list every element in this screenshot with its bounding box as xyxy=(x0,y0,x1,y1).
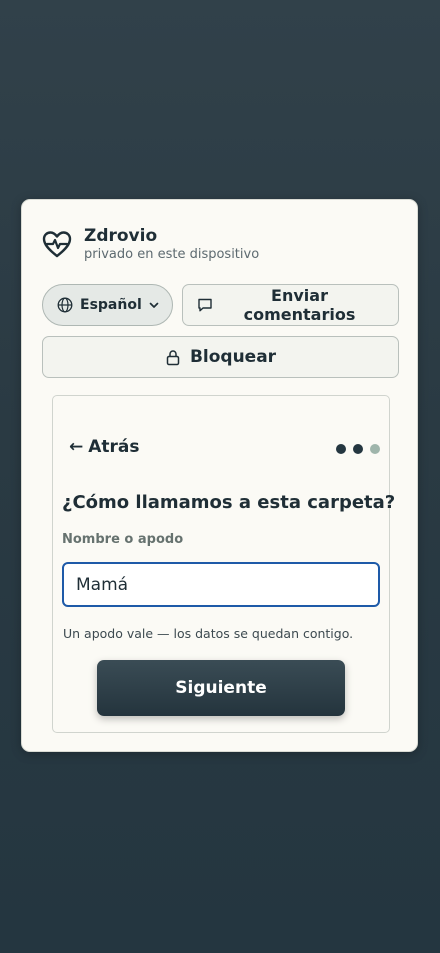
language-label: Español xyxy=(80,297,142,313)
chevron-down-icon xyxy=(149,302,159,308)
next-button[interactable]: Siguiente xyxy=(97,660,345,716)
globe-icon xyxy=(57,297,73,313)
name-field-label: Nombre o apodo xyxy=(62,532,184,547)
lock-button[interactable]: Bloquear xyxy=(42,336,399,378)
step-question: ¿Cómo llamamos a esta carpeta? xyxy=(62,492,396,513)
app-subtitle: privado en este dispositivo xyxy=(84,247,260,262)
feedback-button[interactable]: Enviar comentarios xyxy=(182,284,399,326)
onboarding-step: ← Atrás ¿Cómo llamamos a esta carpeta? N… xyxy=(52,395,395,733)
speech-bubble-icon xyxy=(198,298,212,312)
brand-header: Zdrovio privado en este dispositivo xyxy=(42,226,259,262)
lock-icon xyxy=(166,349,180,365)
progress-dot-current xyxy=(370,444,380,454)
app-card: Zdrovio privado en este dispositivo Espa… xyxy=(21,199,418,752)
brand-text: Zdrovio privado en este dispositivo xyxy=(84,226,259,262)
progress-dot xyxy=(353,444,363,454)
back-button[interactable]: ← Atrás xyxy=(69,437,140,457)
step-progress xyxy=(329,444,380,454)
language-selector[interactable]: Español xyxy=(42,284,173,326)
app-title: Zdrovio xyxy=(84,226,158,246)
feedback-label: Enviar comentarios xyxy=(243,286,356,324)
arrow-left-icon: ← xyxy=(69,437,84,457)
hint-text: Un apodo vale — los datos se quedan cont… xyxy=(63,626,354,641)
lock-label: Bloquear xyxy=(189,347,277,367)
back-label: Atrás xyxy=(88,437,140,457)
heart-pulse-icon xyxy=(42,231,72,258)
progress-dot xyxy=(336,444,346,454)
name-input[interactable] xyxy=(62,562,380,607)
